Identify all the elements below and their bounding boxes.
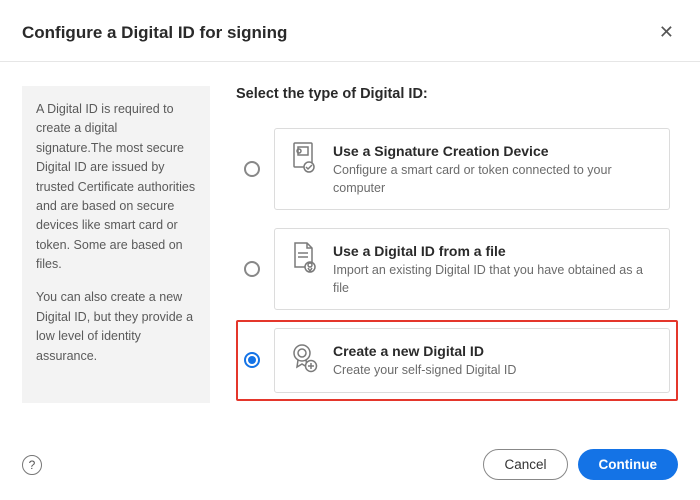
option-title: Use a Signature Creation Device xyxy=(333,143,655,159)
help-icon: ? xyxy=(29,458,36,472)
badge-plus-icon xyxy=(289,341,319,375)
option-signature-device-wrapper: Use a Signature Creation Device Configur… xyxy=(236,120,678,218)
radio-signature-device[interactable] xyxy=(244,161,260,177)
continue-button[interactable]: Continue xyxy=(578,449,679,480)
option-create-new-wrapper: Create a new Digital ID Create your self… xyxy=(236,320,678,401)
sidebar-paragraph: A Digital ID is required to create a dig… xyxy=(36,100,196,274)
option-from-file-wrapper: Use a Digital ID from a file Import an e… xyxy=(236,220,678,318)
dialog-title: Configure a Digital ID for signing xyxy=(22,23,287,43)
option-from-file[interactable]: Use a Digital ID from a file Import an e… xyxy=(274,228,670,310)
section-heading: Select the type of Digital ID: xyxy=(236,86,678,102)
option-description: Import an existing Digital ID that you h… xyxy=(333,262,655,297)
cancel-button[interactable]: Cancel xyxy=(483,449,567,480)
help-button[interactable]: ? xyxy=(22,455,42,475)
option-description: Configure a smart card or token connecte… xyxy=(333,162,655,197)
close-button[interactable]: ✕ xyxy=(655,18,678,47)
option-create-new[interactable]: Create a new Digital ID Create your self… xyxy=(274,328,670,393)
option-description: Create your self-signed Digital ID xyxy=(333,362,655,380)
radio-from-file[interactable] xyxy=(244,261,260,277)
radio-create-new[interactable] xyxy=(244,352,260,368)
option-title: Create a new Digital ID xyxy=(333,343,655,359)
file-badge-icon xyxy=(289,241,319,275)
sidebar-paragraph: You can also create a new Digital ID, bu… xyxy=(36,288,196,366)
option-signature-device[interactable]: Use a Signature Creation Device Configur… xyxy=(274,128,670,210)
close-icon: ✕ xyxy=(659,22,674,42)
smartcard-icon xyxy=(289,141,319,175)
option-title: Use a Digital ID from a file xyxy=(333,243,655,259)
info-sidebar: A Digital ID is required to create a dig… xyxy=(22,86,210,403)
